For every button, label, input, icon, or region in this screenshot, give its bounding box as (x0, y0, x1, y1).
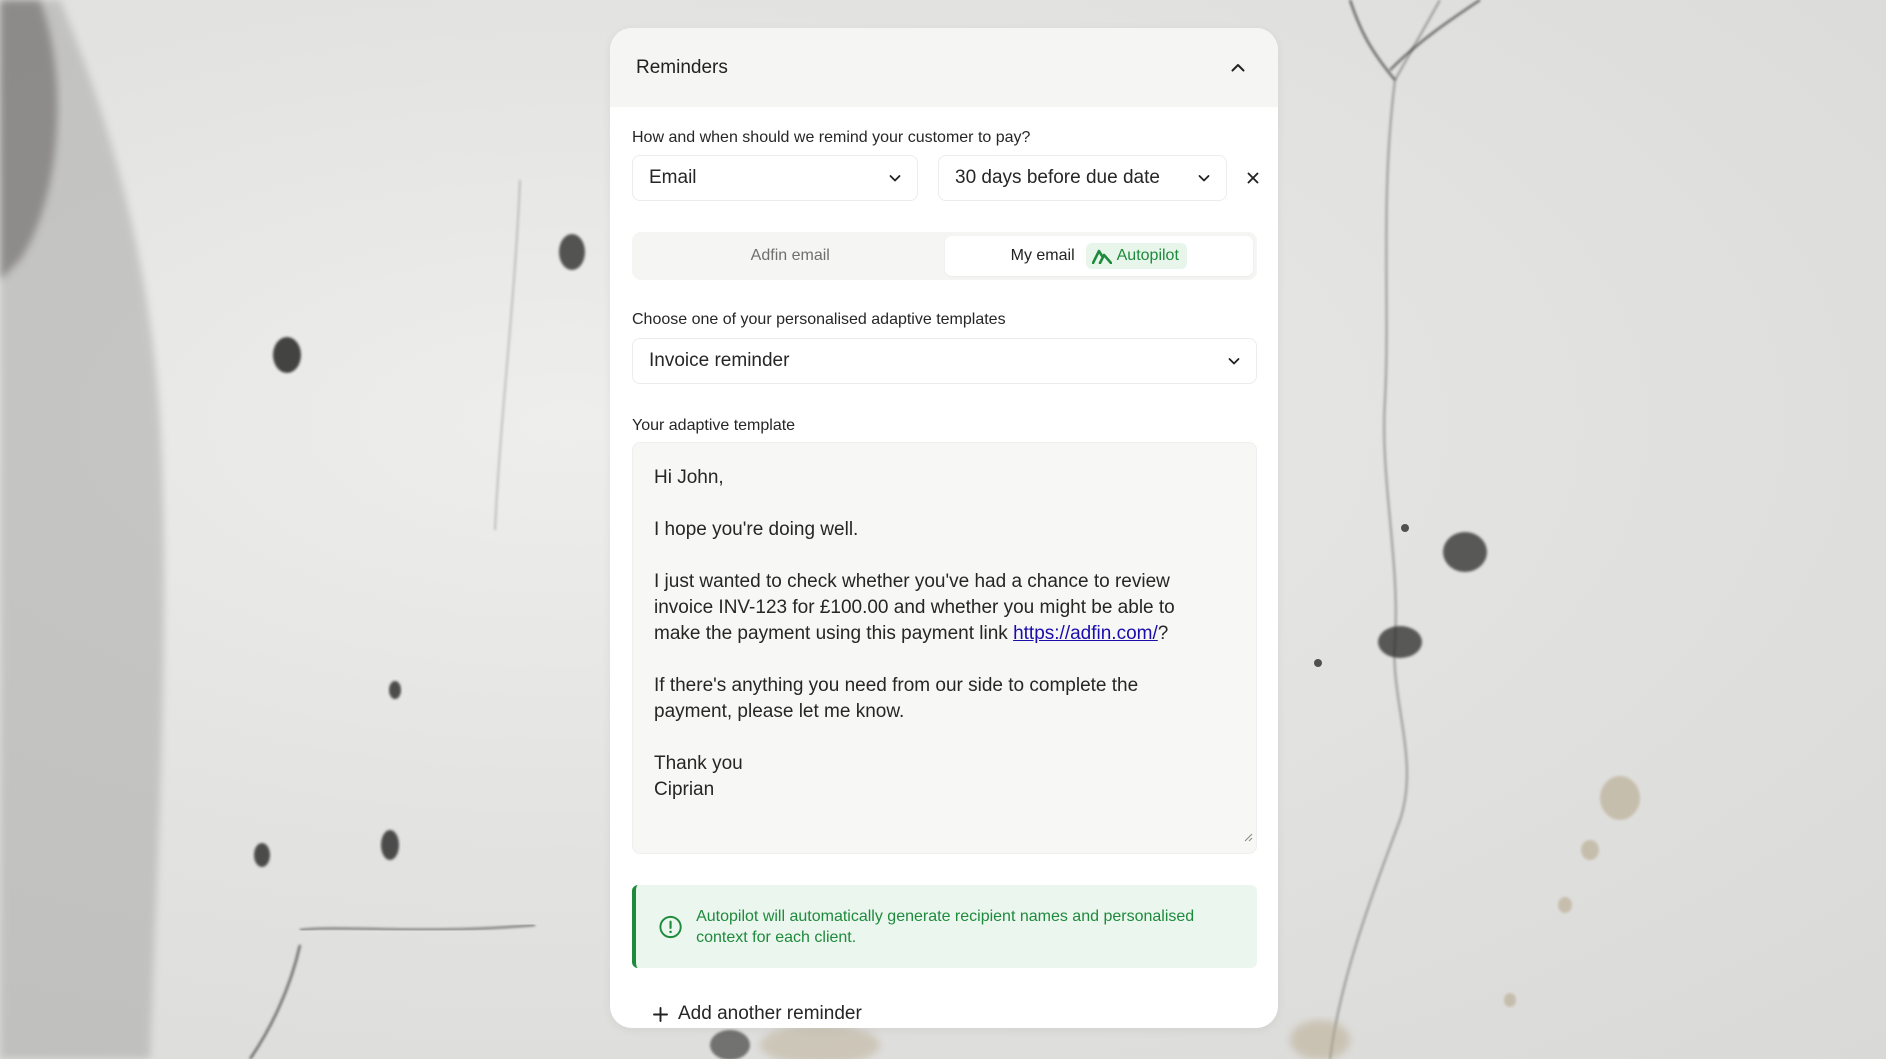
chevron-down-icon (1198, 175, 1210, 182)
template-select-value: Invoice reminder (649, 350, 790, 371)
template-line-text: make the payment using this payment link (654, 623, 1014, 644)
template-line-end: ? (1157, 623, 1169, 644)
reminder-question-label: How and when should we remind your custo… (632, 129, 1031, 146)
tab-my-email-label: My email (1010, 247, 1075, 264)
card-title: Reminders (636, 56, 728, 78)
autopilot-badge: Autopilot (1085, 243, 1187, 269)
template-signature: Ciprian (654, 779, 715, 800)
autopilot-info-alert: Autopilot will automatically generate re… (632, 885, 1257, 968)
chevron-down-icon (1228, 358, 1240, 365)
template-line: I hope you're doing well. (654, 519, 859, 540)
autopilot-badge-label: Autopilot (1116, 247, 1179, 264)
template-line: invoice INV-123 for £100.00 and whether … (654, 597, 1175, 618)
info-icon (659, 915, 682, 938)
reminders-card: Reminders How and when should we remind … (610, 28, 1278, 1028)
template-select-label: Choose one of your personalised adaptive… (632, 311, 1006, 328)
adaptive-template-textarea[interactable]: Hi John, I hope you're doing well. I jus… (632, 442, 1257, 854)
tab-adfin-email[interactable]: Adfin email (636, 236, 945, 276)
payment-link[interactable]: https://adfin.com/ (1013, 623, 1158, 644)
template-line: payment, please let me know. (654, 701, 905, 722)
template-line: I just wanted to check whether you've ha… (654, 571, 1170, 592)
alert-text: Autopilot will automatically generate re… (696, 907, 1195, 946)
reminder-method-select[interactable]: Email (632, 155, 918, 201)
tab-adfin-email-label: Adfin email (750, 247, 830, 264)
reminder-timing-select[interactable]: 30 days before due date (938, 155, 1227, 201)
close-icon[interactable] (1240, 165, 1266, 191)
reminder-method-value: Email (649, 167, 697, 188)
template-line-with-link: make the payment using this payment link… (654, 621, 1235, 647)
reminders-header[interactable]: Reminders (610, 28, 1278, 107)
template-greeting: Hi John, (654, 467, 724, 488)
chevron-down-icon (889, 175, 901, 182)
email-source-tabs: Adfin email My email Autopilot (632, 232, 1257, 280)
tab-my-email[interactable]: My email Autopilot (944, 236, 1253, 276)
adaptive-template-label: Your adaptive template (632, 417, 796, 434)
autopilot-icon (1091, 249, 1112, 264)
add-reminder-label: Add another reminder (678, 1003, 862, 1024)
template-line: If there's anything you need from our si… (654, 675, 1139, 696)
reminder-timing-value: 30 days before due date (955, 167, 1160, 188)
template-signoff: Thank you (654, 753, 743, 774)
plus-icon (653, 1006, 668, 1022)
template-select[interactable]: Invoice reminder (632, 338, 1257, 384)
resize-handle-icon[interactable] (1243, 824, 1253, 850)
chevron-up-icon[interactable] (1224, 54, 1252, 82)
add-reminder-button[interactable]: Add another reminder (652, 1003, 862, 1025)
